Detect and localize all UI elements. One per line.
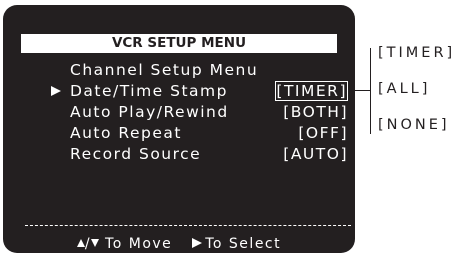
menu-item-value[interactable]: [OFF] <box>298 123 348 143</box>
vcr-setup-screen: VCR SETUP MENU Channel Setup Menu Date/T… <box>3 5 355 253</box>
right-arrow-icon <box>192 238 203 248</box>
menu-item-record-source[interactable]: Record Source [AUTO] <box>3 144 355 164</box>
menu-item-value[interactable]: [AUTO] <box>283 144 348 164</box>
menu-item-auto-repeat[interactable]: Auto Repeat [OFF] <box>3 123 355 143</box>
menu-item-label: Date/Time Stamp <box>70 82 228 100</box>
menu-item-value[interactable]: [TIMER] <box>275 81 348 101</box>
select-hint: To Select <box>205 236 282 252</box>
menu-item-label: Channel Setup Menu <box>70 61 259 79</box>
option-connector-horizontal <box>354 90 370 91</box>
option-timer: [TIMER] <box>378 45 456 61</box>
menu-item-label: Auto Repeat <box>70 124 182 142</box>
footer-divider <box>25 225 351 226</box>
option-connector-vertical <box>370 48 371 134</box>
selection-arrow-icon <box>51 86 61 96</box>
move-hint: To Move <box>105 236 173 252</box>
menu-item-label: Record Source <box>70 145 202 163</box>
menu-item-auto-play-rewind[interactable]: Auto Play/Rewind [BOTH] <box>3 102 355 122</box>
down-arrow-icon <box>91 239 100 247</box>
menu-list: Channel Setup Menu Date/Time Stamp [TIME… <box>3 5 355 253</box>
menu-item-value[interactable]: [BOTH] <box>283 102 348 122</box>
footer-hints: / To Move To Select <box>3 235 355 253</box>
up-arrow-icon <box>76 239 85 247</box>
option-none: [NONE] <box>378 117 450 133</box>
menu-item-channel-setup[interactable]: Channel Setup Menu <box>3 60 355 80</box>
option-all: [ALL] <box>378 81 431 97</box>
menu-item-date-time-stamp[interactable]: Date/Time Stamp [TIMER] <box>3 81 355 101</box>
menu-item-label: Auto Play/Rewind <box>70 103 229 121</box>
